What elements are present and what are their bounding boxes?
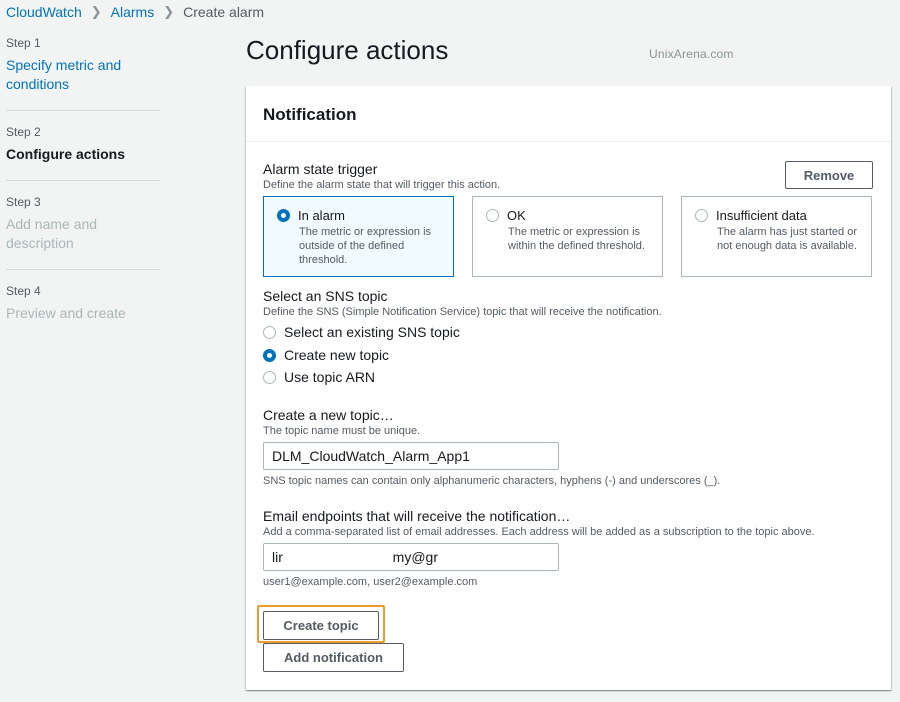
add-notification-button[interactable]: Add notification (263, 643, 404, 672)
tile-title: In alarm (298, 208, 345, 223)
page-title: Configure actions (246, 35, 449, 65)
radio-unselected-icon (695, 209, 708, 222)
email-endpoints-label: Email endpoints that will receive the no… (263, 508, 571, 524)
tile-description: The metric or expression is within the d… (508, 226, 645, 252)
tile-title: OK (507, 208, 526, 223)
radio-selected-icon (277, 209, 290, 222)
sns-topic-label: Select an SNS topic (263, 288, 388, 304)
tile-description: The alarm has just started or not enough… (717, 226, 858, 252)
breadcrumb-current: Create alarm (183, 4, 265, 20)
tile-title: Insufficient data (716, 208, 807, 223)
step-number: Step 3 (6, 195, 41, 209)
wizard-step-1: Step 1 Specify metric and conditions (6, 36, 160, 110)
step-3-title: Add name and description (6, 216, 98, 251)
alarm-state-tile-insufficient-data[interactable]: Insufficient data The alarm has just sta… (681, 196, 872, 277)
radio-label: Select an existing SNS topic (284, 324, 460, 340)
radio-existing-topic[interactable]: Select an existing SNS topic (263, 324, 460, 340)
step-2-title: Configure actions (6, 146, 126, 162)
wizard-step-4: Step 4 Preview and create (6, 269, 160, 339)
radio-unselected-icon (263, 370, 276, 384)
radio-use-topic-arn[interactable]: Use topic ARN (263, 369, 375, 385)
wizard-step-2: Step 2 Configure actions (6, 110, 160, 180)
remove-button[interactable]: Remove (785, 161, 873, 189)
tile-description: The metric or expression is outside of t… (299, 226, 432, 266)
radio-selected-icon (263, 348, 276, 362)
breadcrumb: CloudWatch ❯ Alarms ❯ Create alarm (6, 3, 264, 21)
step-number: Step 4 (6, 284, 41, 298)
chevron-right-icon: ❯ (90, 4, 102, 19)
step-1-link[interactable]: Specify metric and conditions (6, 56, 160, 94)
new-topic-desc: The topic name must be unique. (263, 425, 421, 437)
email-endpoints-hint: user1@example.com, user2@example.com (263, 576, 478, 588)
watermark-text: UnixArena.com (649, 47, 734, 61)
breadcrumb-alarms-link[interactable]: Alarms (111, 4, 155, 20)
email-endpoints-input[interactable]: lir my@gr (263, 543, 559, 571)
alarm-state-tile-ok[interactable]: OK The metric or expression is within th… (472, 196, 663, 277)
create-topic-button[interactable]: Create topic (263, 611, 379, 640)
step-4-title: Preview and create (6, 305, 126, 321)
chevron-right-icon: ❯ (163, 4, 175, 19)
topic-name-hint: SNS topic names can contain only alphanu… (263, 475, 721, 487)
new-topic-label: Create a new topic… (263, 407, 394, 423)
email-endpoints-desc: Add a comma-separated list of email addr… (263, 526, 815, 538)
alarm-state-tile-in-alarm[interactable]: In alarm The metric or expression is out… (263, 196, 454, 277)
alarm-state-label: Alarm state trigger (263, 161, 378, 177)
radio-create-new-topic[interactable]: Create new topic (263, 347, 389, 363)
wizard-step-3: Step 3 Add name and description (6, 180, 160, 269)
alarm-state-desc: Define the alarm state that will trigger… (263, 179, 501, 191)
topic-name-value: DLM_CloudWatch_Alarm_App1 (272, 448, 470, 464)
email-value-end: my@gr (392, 549, 438, 565)
wizard-steps-nav: Step 1 Specify metric and conditions Ste… (6, 36, 160, 339)
step-number: Step 2 (6, 125, 41, 139)
panel-header: Notification (246, 86, 891, 142)
step-number: Step 1 (6, 36, 41, 50)
email-value-start: lir (272, 549, 283, 565)
radio-label: Use topic ARN (284, 369, 376, 385)
notification-panel: Notification Alarm state trigger Define … (246, 86, 891, 690)
breadcrumb-cloudwatch-link[interactable]: CloudWatch (6, 4, 82, 20)
topic-name-input[interactable]: DLM_CloudWatch_Alarm_App1 (263, 442, 559, 470)
radio-unselected-icon (486, 209, 499, 222)
radio-unselected-icon (263, 325, 276, 339)
sns-topic-desc: Define the SNS (Simple Notification Serv… (263, 306, 662, 318)
radio-label: Create new topic (284, 347, 390, 363)
